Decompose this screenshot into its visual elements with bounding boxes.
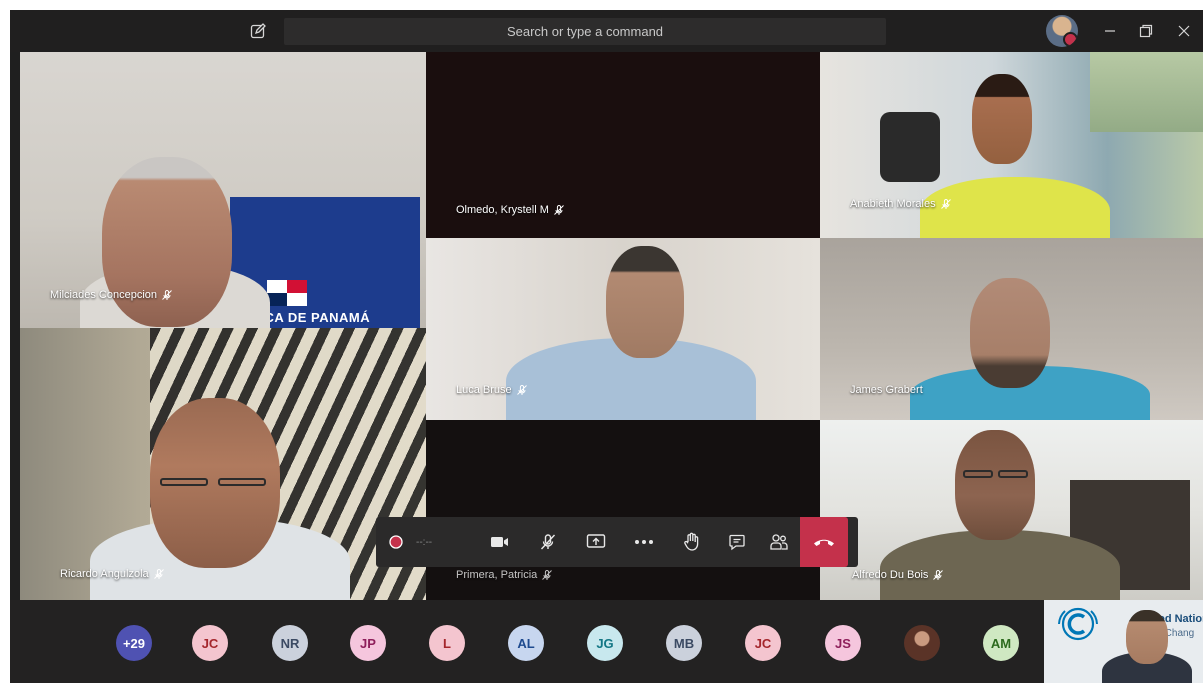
chat-icon: [729, 534, 745, 551]
mic-off-icon: [153, 568, 164, 579]
shared-video-unfccc[interactable]: ited Natior ate Chang: [1044, 600, 1203, 683]
new-chat-button[interactable]: [246, 20, 270, 42]
video-tile-anabieth[interactable]: Anabieth Morales: [820, 52, 1203, 238]
more-icon: [635, 540, 653, 544]
raise-hand-button[interactable]: [668, 517, 716, 567]
avatar[interactable]: JC: [192, 625, 228, 661]
participant-name-tag: Ricardo Angulzola: [60, 568, 165, 580]
compose-icon: [250, 23, 266, 39]
mic-off-icon: [540, 534, 556, 550]
avatar[interactable]: JS: [825, 625, 861, 661]
mic-off-icon: [940, 198, 951, 209]
search-input[interactable]: Search or type a command: [284, 18, 886, 45]
video-tile-luca[interactable]: Luca Bruse: [426, 238, 820, 420]
mic-off-icon: [933, 569, 944, 580]
more-actions-button[interactable]: [620, 517, 668, 567]
avatar[interactable]: JC: [745, 625, 781, 661]
participant-name-tag: Alfredo Du Bois: [852, 569, 944, 581]
restore-icon: [1139, 24, 1153, 38]
video-tile-olmedo[interactable]: Olmedo, Krystell M: [426, 52, 820, 238]
teams-meeting-window: Search or type a command BLICA DE PANAMÁ…: [10, 10, 1203, 683]
unfccc-logo: [1058, 607, 1098, 641]
participant-name-tag: Olmedo, Krystell M: [456, 204, 565, 216]
participant-name-tag: Anabieth Morales: [850, 198, 952, 210]
raise-hand-icon: [684, 532, 699, 551]
chat-button[interactable]: [716, 517, 758, 567]
avatar[interactable]: JP: [350, 625, 386, 661]
restore-button[interactable]: [1132, 19, 1160, 43]
call-controls-bar: --:--: [376, 517, 858, 567]
recording-indicator: [376, 517, 416, 567]
hang-up-icon: [814, 539, 834, 546]
participants-icon: [770, 534, 788, 550]
avatar[interactable]: MB: [666, 625, 702, 661]
close-button[interactable]: [1170, 19, 1198, 43]
participant-name-tag: James Grabert: [850, 384, 923, 396]
avatar-photo[interactable]: [904, 625, 940, 661]
share-screen-button[interactable]: [572, 517, 620, 567]
record-icon: [389, 535, 403, 549]
participant-name-tag: Milciades Concepcion: [50, 289, 173, 301]
mic-off-icon: [554, 204, 564, 215]
mute-button[interactable]: [524, 517, 572, 567]
close-icon: [1178, 25, 1190, 37]
search-placeholder: Search or type a command: [506, 24, 664, 39]
call-timer: --:--: [416, 536, 433, 548]
avatar[interactable]: JG: [587, 625, 623, 661]
camera-button[interactable]: [476, 517, 524, 567]
hang-up-button[interactable]: [800, 517, 848, 567]
avatar[interactable]: L: [429, 625, 465, 661]
participants-button[interactable]: [758, 517, 800, 567]
avatar[interactable]: AM: [983, 625, 1019, 661]
participant-name-tag: Primera, Patricia: [456, 569, 553, 581]
mic-off-icon: [542, 569, 553, 580]
video-tile-ricardo[interactable]: Ricardo Angulzola: [20, 328, 426, 600]
overflow-participants[interactable]: +29: [116, 625, 152, 661]
mic-off-icon: [162, 289, 172, 300]
camera-icon: [491, 537, 508, 547]
panama-flag: [267, 280, 307, 306]
minimize-icon: [1105, 30, 1115, 32]
video-tile-james[interactable]: James Grabert: [820, 238, 1203, 420]
profile-avatar[interactable]: [1046, 15, 1078, 47]
avatar[interactable]: NR: [272, 625, 308, 661]
video-tile-alfredo[interactable]: Alfredo Du Bois: [820, 420, 1203, 600]
participant-name-tag: Luca Bruse: [456, 384, 528, 396]
avatar[interactable]: AL: [508, 625, 544, 661]
participant-roster: +29 JC NR JP L AL JG MB JC JS AM ited Na…: [10, 600, 1203, 683]
mic-off-icon: [516, 384, 527, 395]
video-tile-primera[interactable]: Primera, Patricia: [426, 420, 820, 600]
minimize-button[interactable]: [1096, 19, 1124, 43]
title-bar: Search or type a command: [10, 10, 1203, 52]
share-screen-icon: [586, 534, 606, 548]
video-tile-milciades[interactable]: BLICA DE PANAMÁ Milciades Concepcion: [20, 52, 426, 328]
